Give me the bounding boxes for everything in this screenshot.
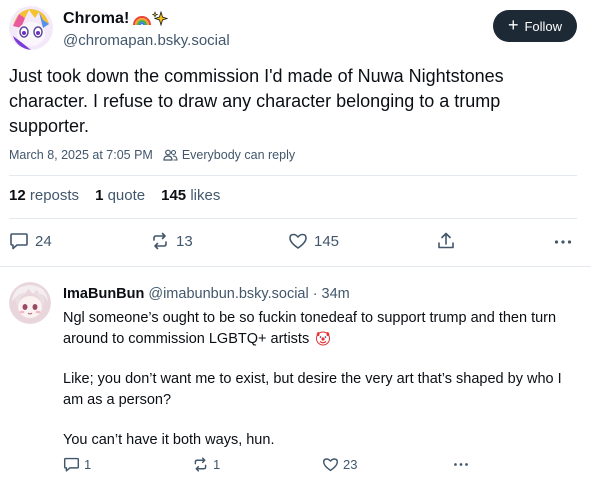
repost-count: 13 (176, 232, 193, 250)
quotes-stat[interactable]: 1 quote (95, 187, 145, 204)
people-icon (163, 149, 178, 161)
reply-button[interactable]: 24 (9, 231, 52, 251)
reply-count: 24 (35, 232, 52, 250)
likes-label: likes (190, 187, 221, 204)
reply-count: 1 (84, 457, 92, 472)
reply-permission-label: Everybody can reply (181, 148, 296, 162)
clown-face-icon (316, 331, 331, 345)
repost-icon (194, 457, 207, 472)
more-icon (554, 240, 572, 244)
reply-header: ImaBunBun @imabunbun.bsky.social · 34m (63, 286, 350, 302)
follow-button[interactable]: + Follow (493, 10, 577, 42)
author-display-name[interactable]: Chroma! (63, 10, 169, 28)
post-text: Just took down the commission I'd made o… (9, 66, 504, 136)
repost-button[interactable]: 13 (150, 231, 193, 251)
more-icon (454, 463, 468, 466)
reply-actions: 1 1 23 (63, 456, 483, 476)
heart-icon (322, 458, 339, 472)
more-options-button[interactable] (452, 456, 470, 473)
repost-button[interactable]: 1 (192, 456, 220, 473)
reply-icon (10, 233, 28, 250)
avatar[interactable] (9, 6, 53, 50)
share-icon (438, 232, 454, 249)
avatar[interactable] (9, 282, 51, 324)
reply-paragraph-text: Ngl someone’s ought to be so fuckin tone… (63, 310, 557, 347)
post-actions: 24 13 145 (9, 229, 577, 253)
plus-icon: + (507, 15, 519, 35)
follow-label: Follow (524, 18, 563, 34)
like-button[interactable]: 145 (288, 231, 339, 251)
reposts-count: 12 (9, 187, 26, 204)
reply-time[interactable]: 34m (322, 286, 350, 302)
sparkles-icon (152, 11, 169, 27)
reply-button[interactable]: 1 (63, 456, 91, 473)
like-count: 23 (343, 457, 358, 472)
likes-count: 145 (161, 187, 187, 204)
repost-icon (153, 232, 167, 250)
reply-permission[interactable]: Everybody can reply (163, 148, 295, 162)
reply-paragraph: Like; you don’t want me to exist, but de… (63, 371, 562, 408)
author-name-text[interactable]: Chroma! (63, 10, 129, 28)
reply-author-handle[interactable]: @imabunbun.bsky.social (148, 286, 308, 302)
heart-icon (289, 233, 307, 249)
reply-author-name[interactable]: ImaBunBun (63, 286, 144, 302)
reply-paragraph: You can’t have it both ways, hun. (63, 432, 275, 448)
like-count: 145 (314, 232, 340, 250)
divider (9, 218, 577, 219)
quotes-label: quote (107, 187, 146, 204)
reposts-stat[interactable]: 12 reposts (9, 187, 79, 204)
rainbow-icon (133, 16, 152, 26)
reply-paragraph: Ngl someone’s ought to be so fuckin tone… (63, 308, 583, 349)
reposts-label: reposts (29, 187, 80, 204)
separator: · (312, 286, 318, 302)
reply-icon (63, 457, 80, 472)
divider (9, 175, 577, 176)
repost-count: 1 (213, 457, 221, 472)
author-handle[interactable]: @chromapan.bsky.social (63, 32, 230, 49)
post-timestamp[interactable]: March 8, 2025 at 7:05 PM (9, 148, 153, 162)
likes-stat[interactable]: 145 likes (161, 187, 220, 204)
quotes-count: 1 (95, 187, 104, 204)
more-options-button[interactable] (553, 231, 573, 251)
post-meta: March 8, 2025 at 7:05 PM Everybody can r… (9, 148, 295, 162)
share-button[interactable] (436, 231, 456, 251)
reply-text: Ngl someone’s ought to be so fuckin tone… (63, 308, 583, 471)
divider (0, 266, 591, 267)
engagement-stats: 12 reposts 1 quote 145 likes (9, 187, 220, 204)
like-button[interactable]: 23 (322, 456, 357, 473)
